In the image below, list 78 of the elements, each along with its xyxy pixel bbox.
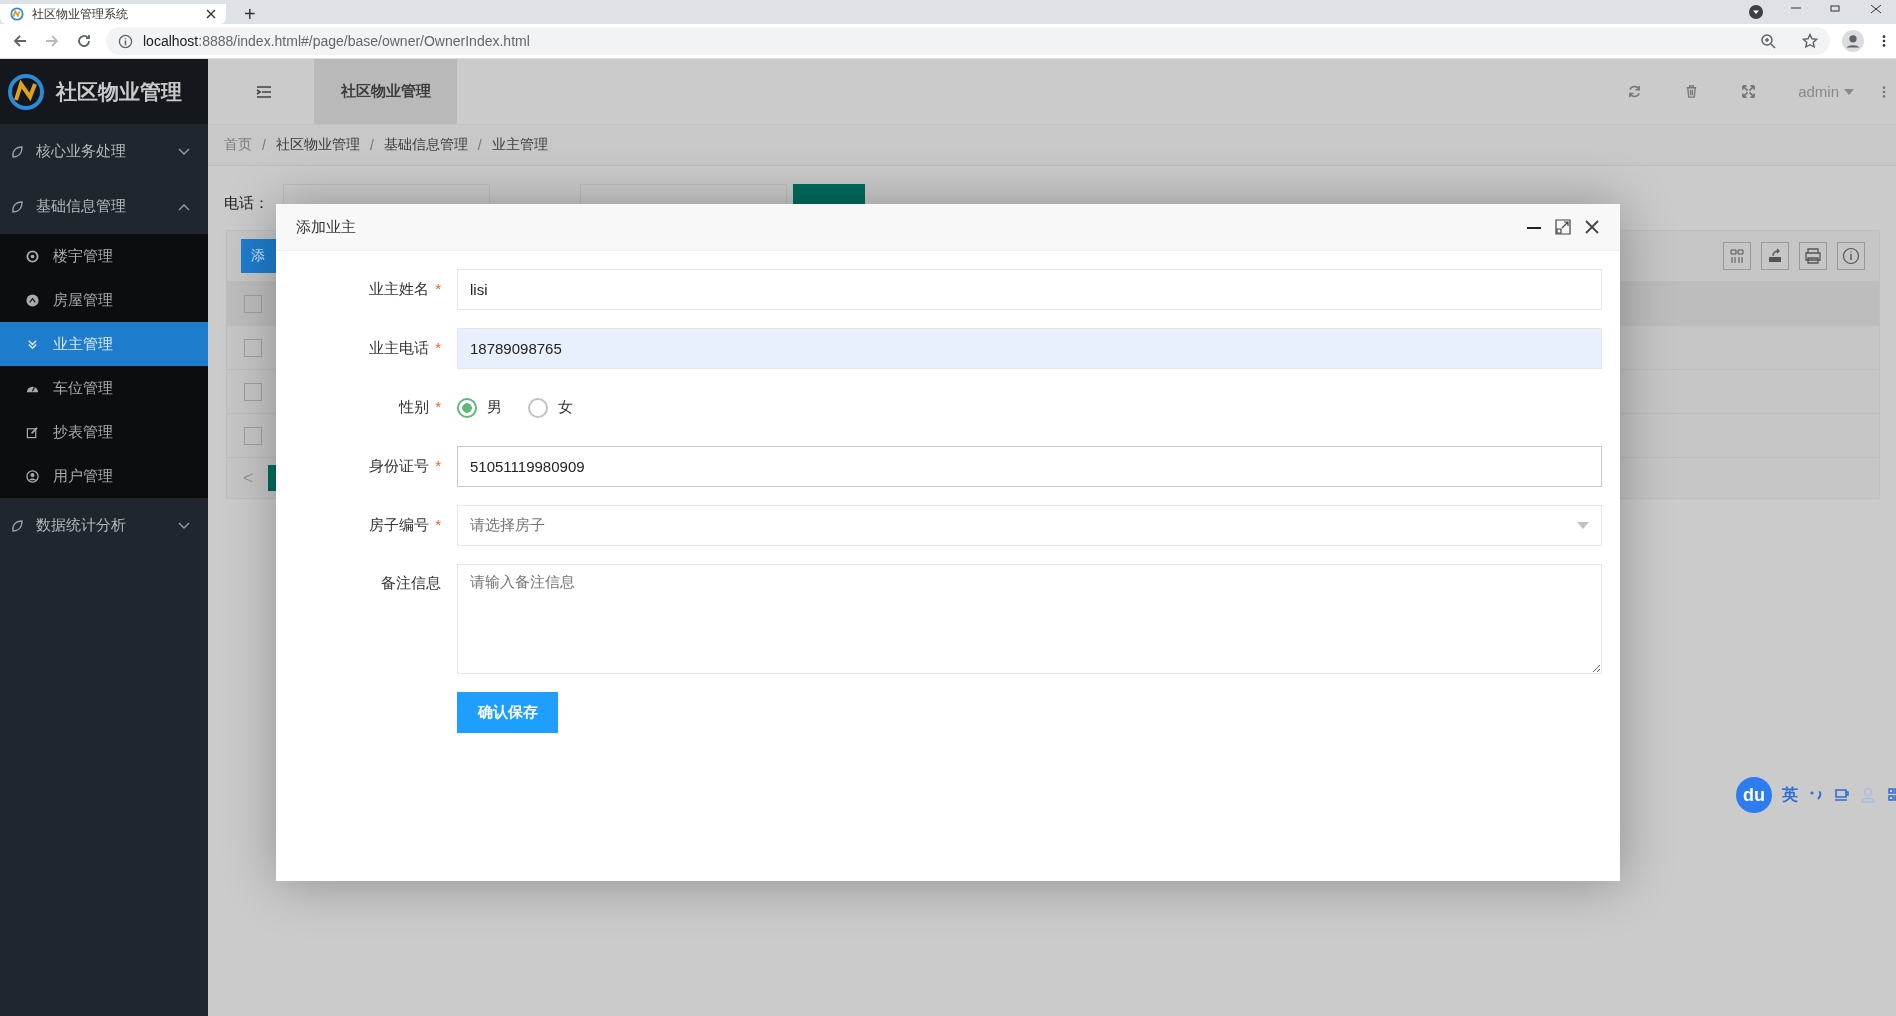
browser-tab[interactable]: 社区物业管理系统 — [0, 4, 226, 24]
dropdown-caret-icon — [1577, 522, 1589, 529]
menu-item[interactable]: 楼宇管理 — [0, 234, 208, 278]
new-tab-button[interactable]: + — [244, 4, 256, 24]
breadcrumb-separator: / — [262, 137, 266, 153]
cup-icon[interactable] — [1834, 787, 1850, 803]
info-icon[interactable] — [1837, 242, 1865, 270]
close-icon[interactable] — [1584, 219, 1600, 235]
radio-option[interactable]: 男 — [457, 397, 502, 418]
text-field[interactable]: 18789098765 — [457, 328, 1602, 369]
caret-icon — [1844, 88, 1854, 95]
menu-group[interactable]: 基础信息管理 — [0, 179, 208, 234]
profile-dropdown-icon[interactable] — [1749, 5, 1763, 19]
menu-toggle-icon[interactable] — [256, 84, 272, 99]
fullscreen-icon[interactable] — [1741, 84, 1757, 99]
leaf-icon — [10, 144, 24, 159]
ime-logo[interactable]: du — [1736, 777, 1772, 813]
chevron-icon — [178, 147, 190, 156]
field-label: 业主电话 * — [368, 339, 442, 358]
breadcrumb-link[interactable]: 基础信息管理 — [383, 136, 468, 154]
row-checkbox[interactable] — [244, 338, 262, 357]
breadcrumb-link[interactable]: 社区物业管理 — [275, 136, 360, 154]
row-checkbox[interactable] — [244, 382, 262, 401]
radio-option[interactable]: 女 — [528, 397, 573, 418]
info-icon — [118, 33, 133, 49]
address-bar[interactable]: localhost:8888/index.html#/page/base/owner/OwnerIndex.html — [106, 27, 1830, 55]
back-icon[interactable] — [12, 33, 28, 49]
close-icon[interactable] — [206, 9, 216, 19]
user-circle-icon — [26, 469, 39, 483]
field-label: 房子编号 * — [368, 516, 442, 535]
leaf-icon — [10, 518, 24, 533]
field-label: 身份证号 * — [368, 457, 442, 476]
double-chevron-icon — [26, 337, 39, 351]
field-label: 性别 * — [397, 398, 442, 417]
breadcrumb-separator: / — [477, 137, 482, 153]
chevron-icon — [178, 521, 190, 530]
text-field[interactable]: lisi — [457, 269, 1602, 310]
app-logo-icon — [6, 71, 46, 112]
columns-icon[interactable] — [1723, 242, 1751, 270]
field-label: 备注信息 — [380, 573, 442, 593]
menu-item[interactable]: 抄表管理 — [0, 410, 208, 454]
caret-up-circle-icon — [26, 293, 39, 307]
breadcrumb-separator: / — [369, 137, 374, 153]
target-icon — [26, 249, 39, 263]
menu-item[interactable]: 用户管理 — [0, 454, 208, 498]
select-field[interactable]: 请选择房子 — [457, 505, 1602, 546]
forward-icon[interactable] — [44, 33, 60, 49]
print-icon[interactable] — [1799, 242, 1827, 270]
profile-icon[interactable] — [1842, 30, 1864, 52]
more-icon[interactable] — [1882, 84, 1886, 99]
zoom-icon[interactable] — [1760, 33, 1776, 49]
reload-icon[interactable] — [76, 33, 92, 49]
breadcrumb-link[interactable]: 业主管理 — [491, 136, 548, 154]
menu-item[interactable]: 业主管理 — [0, 322, 208, 366]
menu-icon[interactable] — [1882, 34, 1886, 48]
row-checkbox[interactable] — [244, 426, 262, 445]
menu-group[interactable]: 核心业务处理 — [0, 124, 208, 179]
textarea-field[interactable]: 请输入备注信息 — [457, 564, 1602, 674]
row-checkbox[interactable] — [244, 294, 262, 313]
search-label: 电话： — [224, 193, 269, 213]
menu-item[interactable]: 房屋管理 — [0, 278, 208, 322]
app-title: 社区物业管理 — [56, 78, 182, 105]
export-icon[interactable] — [1761, 242, 1789, 270]
maximize-icon[interactable] — [1555, 219, 1571, 235]
app-logo-icon — [10, 7, 24, 21]
text-field[interactable]: 51051119980909 — [457, 446, 1602, 487]
url-text: localhost:8888/index.html#/page/base/owner/OwnerIndex.html — [143, 33, 530, 49]
star-icon[interactable] — [1802, 33, 1818, 49]
header-tab[interactable]: 社区物业管理 — [314, 59, 457, 124]
menu-item[interactable]: 车位管理 — [0, 366, 208, 410]
chevron-icon — [178, 202, 190, 211]
refresh-icon[interactable] — [1627, 84, 1643, 99]
edit-icon — [26, 425, 39, 439]
field-label: 业主姓名 * — [368, 280, 442, 299]
tab-title: 社区物业管理系统 — [32, 5, 129, 23]
leaf-icon — [10, 199, 24, 214]
dialog-title: 添加业主 — [296, 217, 356, 237]
menu-group[interactable]: 数据统计分析 — [0, 498, 208, 553]
